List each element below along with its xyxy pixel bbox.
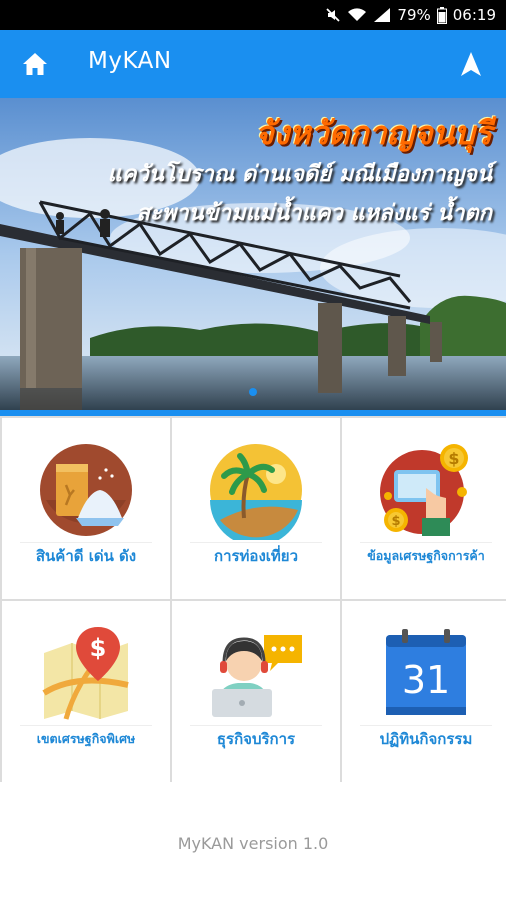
home-icon [23, 53, 47, 75]
menu-label-services: ธุรกิจบริการ [216, 730, 296, 748]
battery-percent: 79% [397, 6, 431, 24]
map-pin-dollar-icon: $ [36, 623, 136, 723]
calendar-icon: 31 [376, 623, 476, 723]
mobile-payment-icon: $ $ [376, 440, 476, 540]
home-button[interactable] [18, 48, 52, 80]
calendar-day: 31 [402, 658, 450, 702]
app-bar: MyKAN [0, 30, 506, 98]
tile-divider [20, 542, 152, 543]
app-title: MyKAN [88, 48, 172, 74]
menu-label-economic-info: ข้อมูลเศรษฐกิจการค้า [367, 548, 485, 563]
menu-label-tourism: การท่องเที่ยว [213, 547, 298, 565]
status-bar: 79% 06:19 [0, 0, 506, 30]
menu-tile-economic-info[interactable]: $ $ ข้อมูลเศรษฐกิจการค้า [342, 418, 506, 599]
banner-subtitle-1: แควันโบราณ ด่านเจดีย์ มณีเมืองกาญจน์ [107, 162, 492, 187]
wifi-icon [348, 8, 367, 21]
mute-icon [326, 8, 341, 22]
status-icons: 79% 06:19 [325, 0, 496, 30]
banner-subtitle-2: สะพานข้ามแม่น้ำแคว แหล่งแร่ น้ำตก [136, 201, 492, 226]
tile-divider [20, 725, 152, 726]
menu-tile-special-zone[interactable]: $ เขตเศรษฐกิจพิเศษ [2, 601, 170, 782]
tile-divider [360, 725, 492, 726]
tile-divider [360, 542, 492, 543]
rice-sack-icon [36, 440, 136, 540]
tile-divider [190, 542, 322, 543]
menu-label-products: สินค้าดี เด่น ดัง [35, 547, 137, 565]
carousel-dot[interactable] [249, 388, 257, 396]
menu-tile-services[interactable]: ธุรกิจบริการ [172, 601, 340, 782]
svg-text:$: $ [90, 634, 107, 662]
clock: 06:19 [452, 6, 496, 24]
version-label: MyKAN version 1.0 [177, 834, 329, 853]
menu-tile-products[interactable]: สินค้าดี เด่น ดัง [2, 418, 170, 599]
beach-palm-icon [206, 440, 306, 546]
svg-text:$: $ [448, 449, 459, 468]
menu-tile-calendar[interactable]: 31 ปฏิทินกิจกรรม [342, 601, 506, 782]
call-center-icon [206, 623, 306, 723]
svg-text:$: $ [391, 514, 400, 529]
battery-icon [436, 6, 447, 24]
banner-carousel[interactable]: จังหวัดกาญจนบุรี แควันโบราณ ด่านเจดีย์ ม… [0, 98, 506, 410]
navigation-button[interactable] [456, 48, 486, 80]
tile-divider [190, 725, 322, 726]
navigation-arrow-icon [461, 52, 481, 76]
menu-label-special-zone: เขตเศรษฐกิจพิเศษ [36, 731, 136, 746]
menu-tile-tourism[interactable]: การท่องเที่ยว [172, 418, 340, 599]
banner-title: จังหวัดกาญจนบุรี [255, 114, 492, 152]
carousel-indicator [0, 388, 506, 396]
menu-label-calendar: ปฏิทินกิจกรรม [379, 730, 473, 748]
menu-grid: สินค้าดี เด่น ดัง การท่องเที่ยว $ $ ข้อม… [0, 416, 506, 782]
signal-icon [374, 8, 391, 22]
